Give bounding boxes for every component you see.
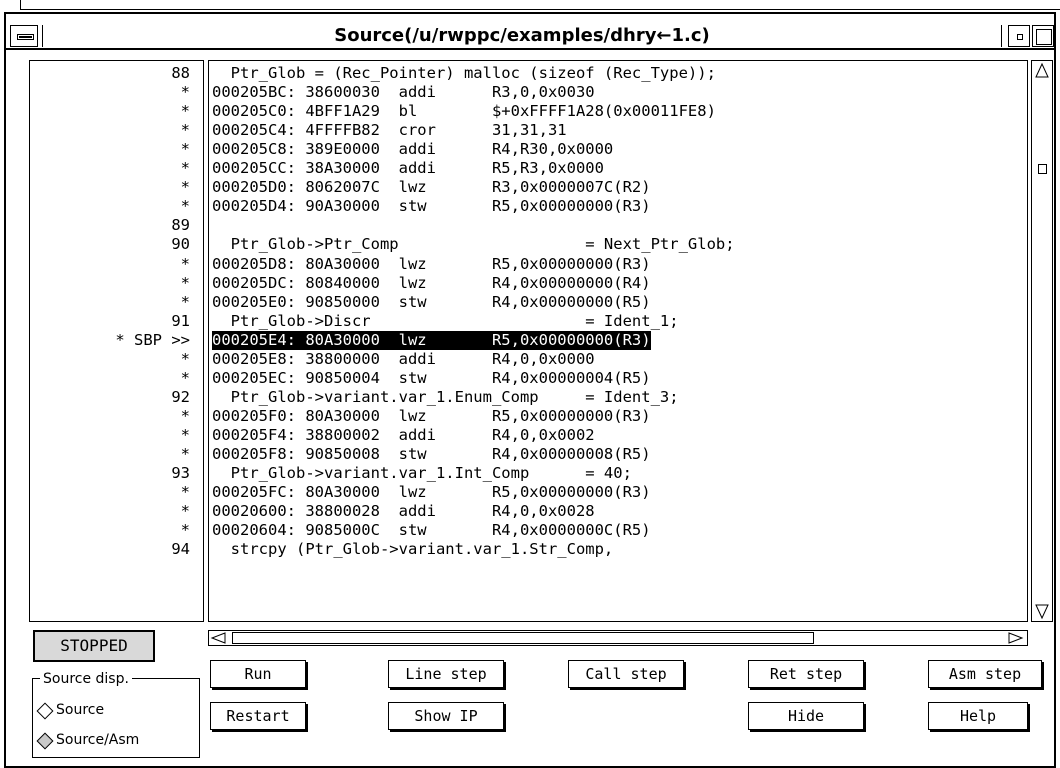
radio-source[interactable]: Source [36,700,186,720]
line-number[interactable]: * [30,350,190,369]
code-line[interactable]: 000205BC: 38600030 addi R3,0,0x0030 [212,83,595,102]
line-number[interactable]: 88 [30,64,190,83]
code-line[interactable]: strcpy (Ptr_Glob->variant.var_1.Str_Comp… [212,540,614,559]
line-number[interactable]: * [30,293,190,312]
radio-source-asm-label: Source/Asm [56,732,140,748]
status-badge: STOPPED [33,630,155,662]
line-number[interactable]: * [30,159,190,178]
line-number[interactable]: * [30,483,190,502]
line-number[interactable]: * [30,521,190,540]
window-frame-top [20,0,1060,10]
code-line[interactable]: 000205C4: 4FFFFB82 cror 31,31,31 [212,121,567,140]
line-number[interactable]: * [30,102,190,121]
window-menu-button[interactable] [10,25,38,47]
horizontal-scroll-thumb[interactable] [232,632,814,644]
code-line[interactable]: Ptr_Glob->variant.var_1.Int_Comp = 40; [212,464,632,483]
code-line[interactable]: 000205F0: 80A30000 lwz R5,0x00000000(R3) [212,407,651,426]
code-line[interactable]: Ptr_Glob->variant.var_1.Enum_Comp = Iden… [212,388,679,407]
code-line[interactable]: 000205E0: 90850000 stw R4,0x00000000(R5) [212,293,651,312]
maximize-button[interactable] [1032,25,1054,47]
scroll-up-arrow-icon[interactable] [1035,62,1049,78]
line-number[interactable]: 94 [30,540,190,559]
scroll-right-arrow-icon[interactable] [1008,632,1024,644]
code-line[interactable]: 000205C0: 4BFF1A29 bl $+0xFFFF1A28(0x000… [212,102,716,121]
line-number[interactable]: 92 [30,388,190,407]
minimize-icon [1017,34,1023,40]
window-menu-icon [17,34,34,40]
radio-diamond-icon [36,702,54,720]
code-line[interactable]: 000205DC: 80840000 lwz R4,0x00000000(R4) [212,274,651,293]
line-number[interactable]: * SBP >> [30,331,190,350]
code-line[interactable]: 000205D0: 8062007C lwz R3,0x0000007C(R2) [212,178,651,197]
line-number[interactable]: * [30,274,190,293]
code-line[interactable]: 000205E8: 38800000 addi R4,0,0x0000 [212,350,595,369]
code-line[interactable]: Ptr_Glob->Ptr_Comp = Next_Ptr_Glob; [212,235,735,254]
code-line[interactable]: 000205D4: 90A30000 stw R5,0x00000000(R3) [212,197,651,216]
radio-diamond-selected-icon [36,732,54,750]
line-number[interactable]: * [30,445,190,464]
code-line[interactable]: 000205C8: 389E0000 addi R4,R30,0x0000 [212,140,613,159]
line-number[interactable]: * [30,83,190,102]
code-line[interactable]: 000205FC: 80A30000 lwz R5,0x00000000(R3) [212,483,651,502]
line-number[interactable]: 90 [30,235,190,254]
vertical-scroll-thumb[interactable] [1038,164,1047,174]
line-number[interactable]: * [30,369,190,388]
code-line[interactable]: 000205F8: 90850008 stw R4,0x00000008(R5) [212,445,651,464]
line-number[interactable]: * [30,178,190,197]
code-line-current[interactable]: 000205E4: 80A30000 lwz R5,0x00000000(R3) [212,330,651,350]
radio-source-asm[interactable]: Source/Asm [36,730,186,750]
line-number[interactable]: * [30,502,190,521]
line-step-button[interactable]: Line step [388,660,504,688]
line-number[interactable]: * [30,407,190,426]
line-number[interactable]: 91 [30,312,190,331]
code-line[interactable]: 00020604: 9085000C stw R4,0x0000000C(R5) [212,521,651,540]
scroll-down-arrow-icon[interactable] [1035,604,1049,620]
restart-button[interactable]: Restart [210,702,306,730]
show-ip-button[interactable]: Show IP [388,702,504,730]
maximize-icon [1036,29,1052,45]
minimize-button[interactable] [1008,25,1030,47]
line-number[interactable]: * [30,255,190,274]
window-title: Source(/u/rwppc/examples/dhry←1.c) [334,25,710,46]
hide-button[interactable]: Hide [748,702,864,730]
line-number[interactable]: * [30,140,190,159]
line-number[interactable]: 89 [30,216,190,235]
code-line[interactable]: 000205EC: 90850004 stw R4,0x00000004(R5) [212,369,651,388]
code-line[interactable]: 000205CC: 38A30000 addi R5,R3,0x0000 [212,159,604,178]
line-number[interactable]: 93 [30,464,190,483]
scroll-left-arrow-icon[interactable] [210,632,226,644]
ret-step-button[interactable]: Ret step [748,660,864,688]
code-line[interactable]: 000205F4: 38800002 addi R4,0,0x0002 [212,426,595,445]
code-line[interactable]: 00020600: 38800028 addi R4,0,0x0028 [212,502,595,521]
line-number[interactable]: * [30,121,190,140]
line-number[interactable]: * [30,426,190,445]
line-number[interactable]: * [30,197,190,216]
code-line[interactable]: 000205D8: 80A30000 lwz R5,0x00000000(R3) [212,255,651,274]
vertical-scrollbar[interactable] [1031,60,1053,622]
help-button[interactable]: Help [928,702,1028,730]
code-line[interactable]: Ptr_Glob = (Rec_Pointer) malloc (sizeof … [212,64,716,83]
call-step-button[interactable]: Call step [568,660,684,688]
asm-step-button[interactable]: Asm step [928,660,1042,688]
code-line[interactable]: Ptr_Glob->Discr = Ident_1; [212,312,679,331]
run-button[interactable]: Run [210,660,306,688]
radio-source-label: Source [56,702,105,718]
source-display-label: Source disp. [40,670,132,688]
